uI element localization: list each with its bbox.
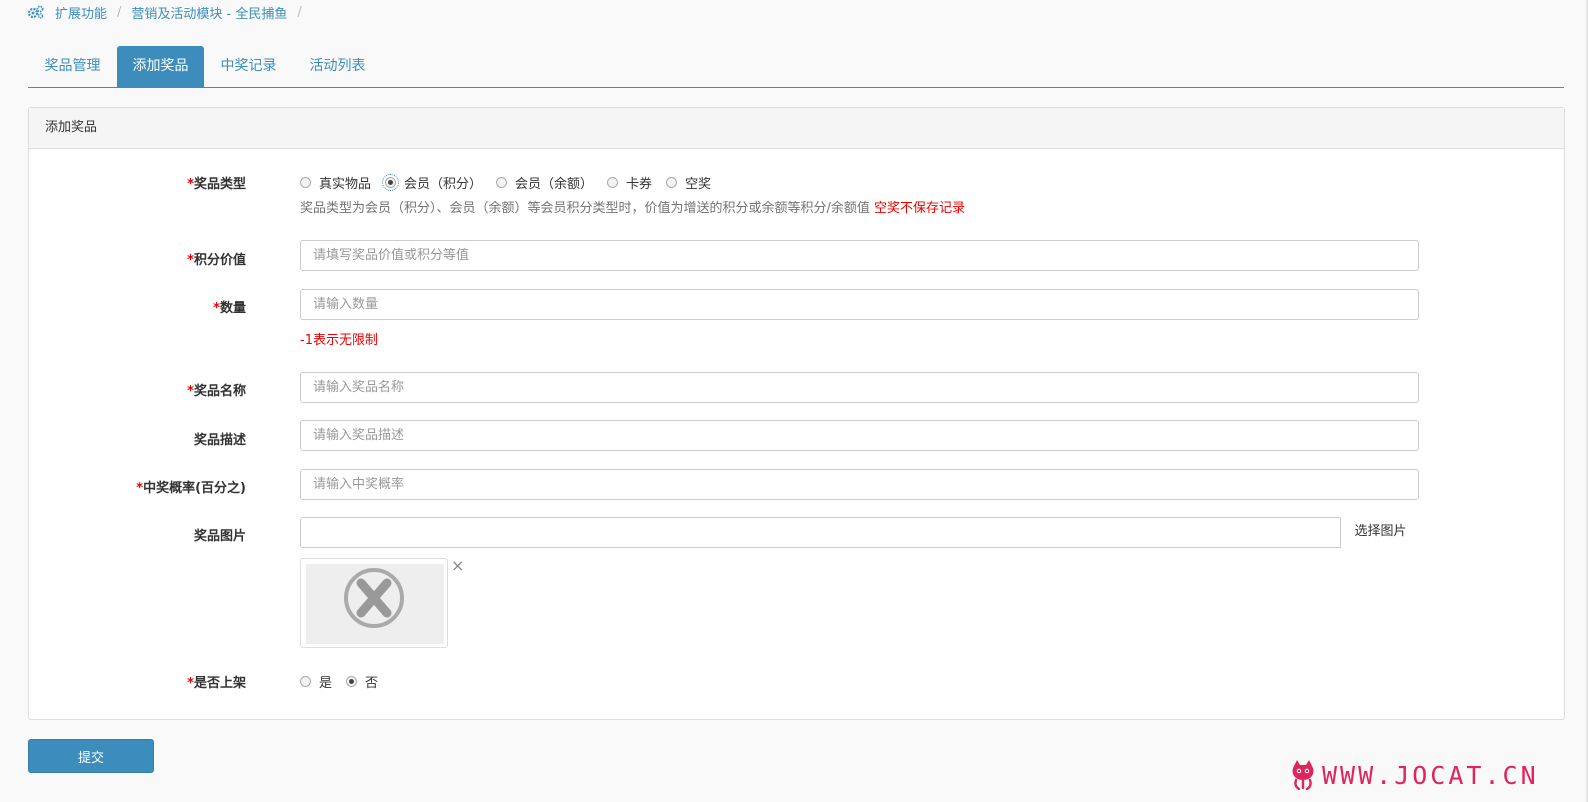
broken-image-icon	[344, 568, 404, 628]
prize-type-help-warning: 空奖不保存记录	[874, 201, 966, 216]
cat-logo-icon	[1292, 760, 1314, 790]
quantity-label-text: 数量	[219, 301, 246, 316]
prize-image-path-input[interactable]	[300, 517, 1419, 548]
prize-name-label-text: 奖品名称	[193, 384, 246, 399]
tab-add-prize[interactable]: 添加奖品	[117, 46, 204, 87]
points-value-label-text: 积分价值	[193, 253, 246, 268]
prize-type-radio-group: 真实物品 会员（积分） 会员（余额） 卡券 空奖	[300, 173, 725, 192]
prize-desc-input[interactable]	[300, 420, 1419, 451]
quantity-label: *数量	[213, 297, 246, 316]
radio-on-shelf-no[interactable]	[346, 676, 358, 687]
radio-label-no[interactable]: 否	[365, 672, 378, 691]
breadcrumb: 扩展功能 / 营销及活动模块 - 全民捕鱼 /	[28, 3, 312, 22]
required-mark: *	[187, 384, 194, 399]
points-value-input[interactable]	[300, 240, 1419, 271]
win-rate-label: *中奖概率(百分之)	[136, 477, 246, 496]
radio-label-empty-prize[interactable]: 空奖	[685, 173, 711, 192]
prize-type-label: *奖品类型	[187, 173, 246, 192]
tab-activity-list[interactable]: 活动列表	[293, 46, 382, 87]
prize-desc-label: 奖品描述	[193, 433, 246, 448]
submit-button[interactable]: 提交	[28, 739, 154, 773]
radio-member-points[interactable]	[382, 174, 400, 191]
breadcrumb-link-extensions[interactable]: 扩展功能	[55, 3, 107, 22]
prize-type-help: 奖品类型为会员（积分）、会员（余额）等会员积分类型时，价值为增送的积分或余额等积…	[300, 197, 965, 216]
required-mark: *	[213, 301, 220, 316]
prize-image-label: 奖品图片	[193, 529, 246, 544]
required-mark: *	[187, 253, 194, 268]
on-shelf-radio-group: 是 否	[300, 672, 392, 691]
radio-empty-prize[interactable]	[666, 177, 678, 188]
radio-label-real-item[interactable]: 真实物品	[319, 173, 371, 192]
tab-bar: 奖品管理 添加奖品 中奖记录 活动列表	[28, 46, 1564, 88]
radio-on-shelf-yes[interactable]	[300, 676, 311, 687]
watermark-text: WWW.JOCAT.CN	[1322, 760, 1539, 790]
radio-label-member-points[interactable]: 会员（积分）	[404, 173, 482, 192]
add-prize-panel: 添加奖品 *奖品类型 真实物品 会员（积分） 会员（余额） 卡券 空奖 奖品类型…	[28, 107, 1565, 720]
select-image-button[interactable]: 选择图片	[1340, 517, 1420, 548]
panel-title: 添加奖品	[29, 108, 1564, 149]
prize-name-input[interactable]	[300, 372, 1419, 403]
tab-prize-management[interactable]: 奖品管理	[28, 46, 117, 87]
on-shelf-label-text: 是否上架	[193, 676, 246, 691]
required-mark: *	[187, 676, 194, 691]
radio-label-member-balance[interactable]: 会员（余额）	[515, 173, 593, 192]
radio-coupon[interactable]	[607, 177, 619, 188]
remove-image-icon[interactable]: ×	[451, 556, 464, 575]
prize-image-thumbnail	[300, 558, 448, 648]
breadcrumb-separator: /	[117, 4, 122, 20]
watermark: WWW.JOCAT.CN	[1290, 760, 1539, 790]
win-rate-input[interactable]	[300, 469, 1419, 500]
points-value-label: *积分价值	[187, 249, 246, 268]
radio-member-balance[interactable]	[496, 177, 508, 188]
tab-winning-records[interactable]: 中奖记录	[204, 46, 293, 87]
quantity-input[interactable]	[300, 289, 1419, 320]
required-mark: *	[187, 177, 194, 192]
breadcrumb-link-module[interactable]: 营销及活动模块 - 全民捕鱼	[131, 3, 287, 22]
radio-label-coupon[interactable]: 卡券	[626, 173, 652, 192]
prize-type-label-text: 奖品类型	[193, 177, 246, 192]
prize-name-label: *奖品名称	[187, 380, 246, 399]
prize-type-help-text: 奖品类型为会员（积分）、会员（余额）等会员积分类型时，价值为增送的积分或余额等积…	[300, 201, 870, 216]
gears-icon	[28, 5, 44, 19]
quantity-help: -1表示无限制	[300, 333, 378, 348]
on-shelf-label: *是否上架	[187, 672, 246, 691]
radio-label-yes[interactable]: 是	[319, 672, 332, 691]
radio-real-item[interactable]	[300, 177, 311, 188]
win-rate-label-text: 中奖概率(百分之)	[143, 481, 246, 496]
breadcrumb-separator: /	[297, 4, 302, 20]
